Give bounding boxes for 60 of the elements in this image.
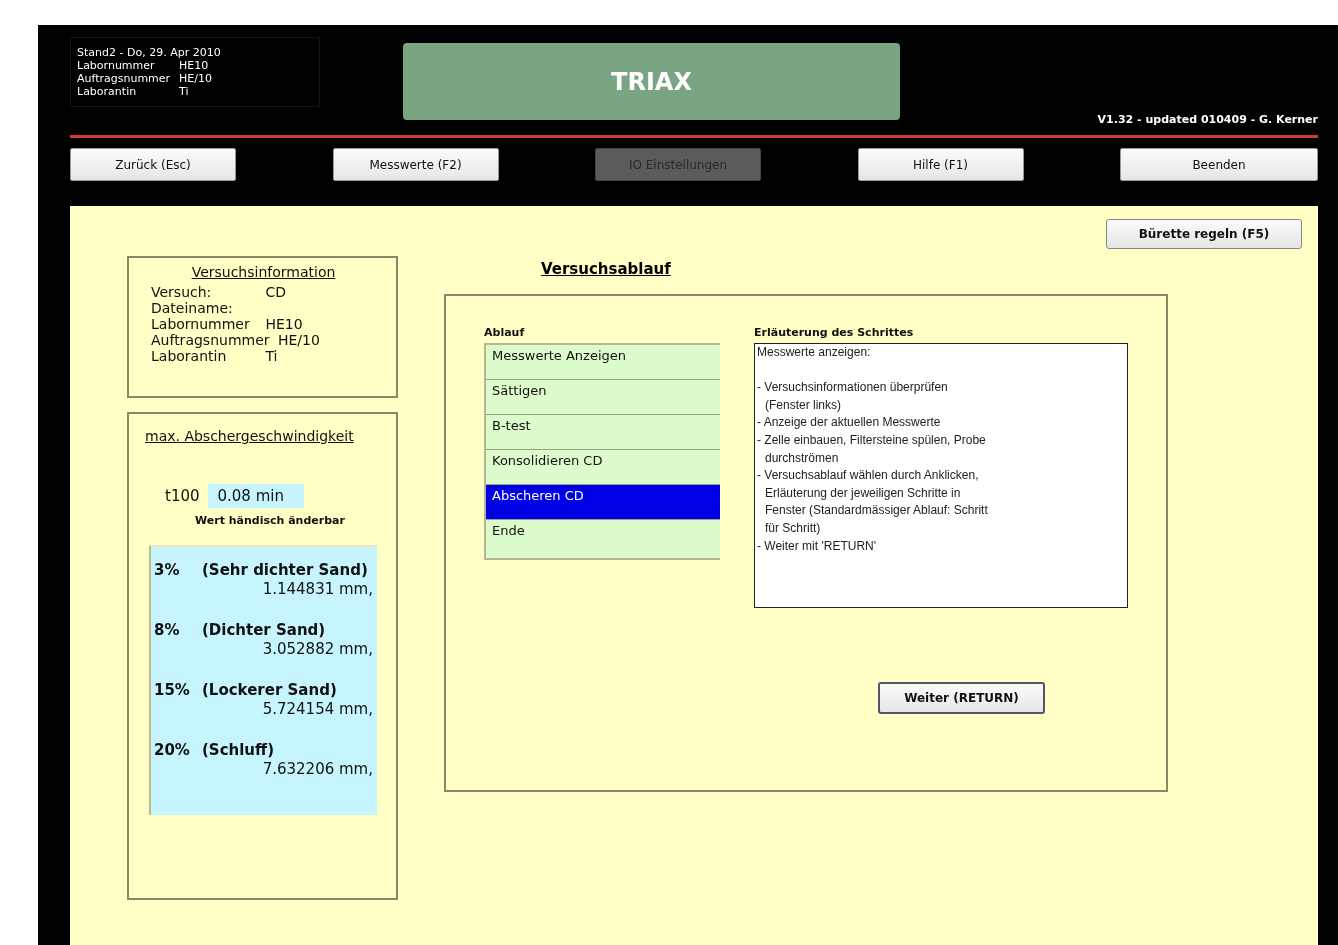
step-item[interactable]: Sättigen — [486, 380, 720, 415]
info-value: HE10 — [265, 316, 303, 332]
panel-title: max. Abschergeschwindigkeit — [145, 428, 355, 444]
field-label: Labornummer — [77, 59, 156, 72]
panel-title: Versuchsinformation — [190, 264, 337, 280]
t-value-field[interactable]: 0.08 min — [207, 484, 304, 508]
hint-text: Wert händisch änderbar — [195, 514, 346, 527]
nav-button[interactable]: Zurück (Esc) — [70, 148, 236, 181]
field-label: Auftragsnummer — [77, 72, 172, 85]
percent-text: 20% — [154, 741, 191, 759]
step-item[interactable]: Abscheren CD — [486, 485, 720, 520]
explanation-line: Erläuterung der jeweiligen Schritte in — [764, 484, 962, 502]
explanation-line: - Anzeige der aktuellen Messwerte — [757, 414, 942, 432]
explanation-line: - Versuchsablauf wählen durch Anklicken, — [757, 467, 980, 485]
soil-label: (Lockerer Sand) — [202, 681, 337, 699]
percent-text: 15% — [154, 681, 191, 699]
result-value: 7.632206 mm, — [261, 759, 374, 779]
info-label: Laborantin — [151, 348, 228, 364]
percent-text: 8% — [154, 621, 181, 639]
info-value: CD — [265, 284, 286, 300]
nav-button[interactable]: Beenden — [1120, 148, 1318, 181]
explanation-line: - Versuchsinformationen überprüfen — [757, 379, 949, 397]
explanation-line: - Weiter mit 'RETURN' — [757, 537, 878, 555]
info-label: Versuch: — [151, 284, 213, 300]
next-button[interactable]: Weiter (RETURN) — [878, 682, 1045, 714]
app-title: TRIAX — [403, 43, 900, 120]
info-value: HE/10 — [278, 332, 320, 348]
list-label: Ablauf — [484, 326, 526, 339]
nav-button[interactable]: Messwerte (F2) — [332, 148, 499, 181]
soil-label: (Schluff) — [202, 741, 275, 759]
field-label: Laborantin — [77, 85, 138, 98]
info-label: Labornummer — [151, 316, 251, 332]
section-title: Versuchsablauf — [541, 260, 672, 278]
step-item[interactable]: Ende — [486, 520, 720, 558]
nav-button[interactable]: Hilfe (F1) — [857, 148, 1024, 181]
percent-text: 3% — [154, 561, 181, 579]
explanation-label: Erläuterung des Schrittes — [754, 326, 915, 339]
burette-button[interactable]: Bürette regeln (F5) — [1106, 219, 1302, 249]
version-text: V1.32 - updated 010409 - G. Kerner — [1097, 113, 1318, 126]
step-item[interactable]: Messwerte Anzeigen — [486, 345, 720, 380]
result-value: 1.144831 mm, — [261, 579, 374, 599]
explanation-line: - Zelle einbauen, Filtersteine spülen, Probe — [757, 431, 987, 449]
field-value: Ti — [179, 85, 189, 98]
result-value: 5.724154 mm, — [261, 699, 374, 719]
explanation-line: (Fenster links) — [764, 396, 842, 414]
info-label: Auftragsnummer — [151, 332, 270, 348]
field-value: HE10 — [179, 59, 209, 72]
explanation-line: Fenster (Standardmässiger Ablauf: Schritt — [764, 502, 989, 520]
field-value: HE/10 — [179, 72, 212, 85]
step-item[interactable]: B-test — [486, 415, 720, 450]
t-label: t100 — [165, 487, 200, 505]
explanation-line: für Schritt) — [764, 519, 822, 537]
explanation-heading: Messwerte anzeigen: — [757, 344, 872, 361]
result-value: 3.052882 mm, — [261, 639, 374, 659]
info-value: Ti — [265, 348, 278, 364]
soil-label: (Dichter Sand) — [202, 621, 326, 639]
info-label: Dateiname: — [151, 300, 233, 316]
explanation-line: durchströmen — [764, 449, 840, 467]
soil-label: (Sehr dichter Sand) — [202, 561, 368, 579]
status-text: Stand2 - Do, 29. Apr 2010 — [77, 46, 222, 59]
